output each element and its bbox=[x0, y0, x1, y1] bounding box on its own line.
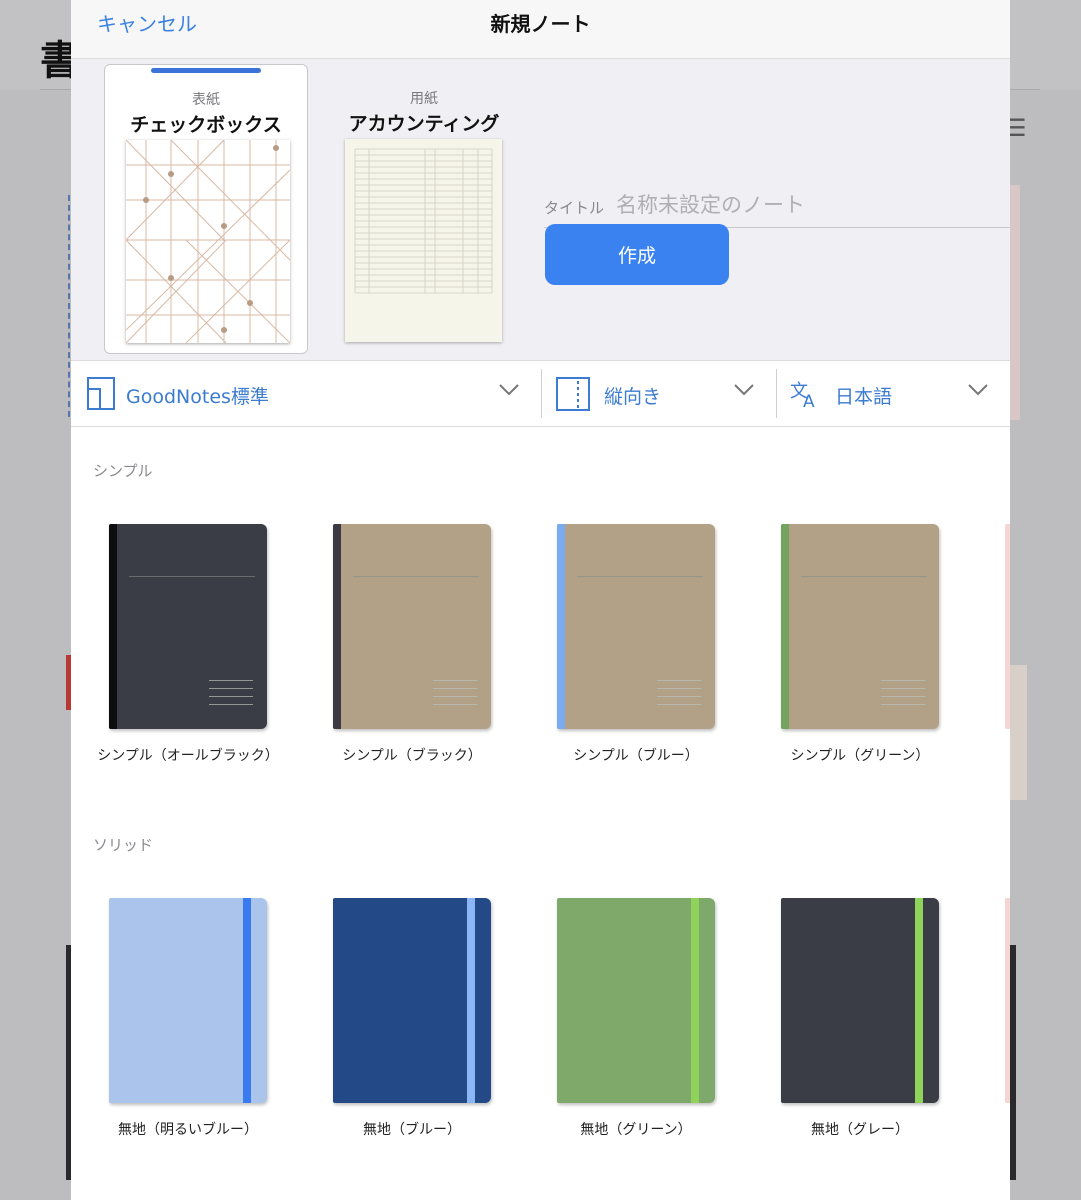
notebook-cover bbox=[781, 524, 939, 729]
notebook-cover bbox=[109, 898, 267, 1103]
notebook-label: シンプル（グリーン） bbox=[790, 748, 930, 764]
notebook-partial[interactable] bbox=[1005, 524, 1010, 729]
checkbox-pattern bbox=[125, 139, 291, 344]
section-title-solid: ソリッド bbox=[93, 836, 154, 854]
notebook-label: 無地（明るいブルー） bbox=[118, 1122, 258, 1138]
notebook-label: 無地（ブルー） bbox=[363, 1122, 461, 1138]
notebook-spine bbox=[109, 524, 117, 729]
notebook-label: シンプル（オールブラック） bbox=[97, 748, 279, 764]
section-title-simple: シンプル bbox=[93, 462, 153, 480]
background-card bbox=[1010, 665, 1027, 800]
title-input[interactable] bbox=[614, 187, 998, 223]
cover-template-card[interactable]: 表紙 チェックボックス bbox=[104, 64, 308, 354]
notebook-partial[interactable] bbox=[1005, 898, 1010, 1103]
notebook-band bbox=[915, 898, 923, 1103]
translate-icon: 文 A bbox=[790, 381, 815, 409]
chevron-down-icon bbox=[968, 384, 988, 396]
template-icon bbox=[87, 377, 115, 410]
notebook-label: シンプル（ブラック） bbox=[342, 748, 482, 764]
cover-thumbnail bbox=[125, 139, 291, 344]
new-note-modal: キャンセル 新規ノート 表紙 チェックボックス 用紙 アカウンティング タイトル… bbox=[71, 0, 1010, 1200]
notebook-band bbox=[691, 898, 699, 1103]
notebook-cover bbox=[781, 898, 939, 1103]
template-set-selector[interactable]: GoodNotes標準 bbox=[71, 361, 540, 426]
svg-text:A: A bbox=[803, 392, 815, 409]
create-button[interactable]: 作成 bbox=[545, 224, 729, 285]
notebook-label: シンプル（ブルー） bbox=[573, 748, 699, 764]
notebook-label: 無地（グリーン） bbox=[580, 1122, 692, 1138]
notebook-cover bbox=[109, 524, 267, 729]
orientation-label: 縦向き bbox=[604, 386, 662, 408]
notebook-spine bbox=[781, 524, 789, 729]
chevron-down-icon bbox=[734, 384, 754, 396]
orientation-icon bbox=[556, 377, 590, 411]
paper-thumbnail bbox=[345, 139, 502, 342]
notebook-cover bbox=[557, 524, 715, 729]
background-card bbox=[1010, 185, 1020, 420]
notebook-spine bbox=[333, 524, 341, 729]
modal-title: 新規ノート bbox=[490, 12, 591, 36]
template-set-label: GoodNotes標準 bbox=[126, 386, 269, 408]
paper-template-card[interactable]: 用紙 アカウンティング bbox=[334, 64, 514, 352]
paper-name: アカウンティング bbox=[348, 113, 500, 135]
notebook-spine bbox=[557, 524, 565, 729]
notebook-cover bbox=[333, 524, 491, 729]
language-label: 日本語 bbox=[835, 386, 893, 408]
accounting-pattern bbox=[354, 148, 493, 294]
paper-caption: 用紙 bbox=[410, 91, 438, 107]
chevron-down-icon bbox=[499, 384, 519, 396]
title-label: タイトル bbox=[544, 199, 605, 217]
template-panel: 表紙 チェックボックス 用紙 アカウンティング タイトル 名称未設定のノート 作… bbox=[71, 59, 1010, 360]
notebook-band bbox=[243, 898, 251, 1103]
options-toolbar: GoodNotes標準 縦向き 文 A 日本語 bbox=[71, 360, 1010, 427]
selected-indicator bbox=[151, 68, 261, 73]
orientation-selector[interactable]: 縦向き bbox=[542, 361, 775, 426]
cover-name: チェックボックス bbox=[130, 114, 282, 136]
notebook-label: 無地（グレー） bbox=[811, 1122, 909, 1138]
notebook-band bbox=[467, 898, 475, 1103]
cover-caption: 表紙 bbox=[192, 92, 220, 108]
title-field-row: タイトル bbox=[544, 179, 1010, 228]
language-selector[interactable]: 文 A 日本語 bbox=[777, 361, 1010, 426]
notebook-cover bbox=[333, 898, 491, 1103]
background-card bbox=[1010, 945, 1016, 1180]
modal-nav-bar: キャンセル 新規ノート bbox=[71, 0, 1010, 59]
notebook-cover bbox=[557, 898, 715, 1103]
